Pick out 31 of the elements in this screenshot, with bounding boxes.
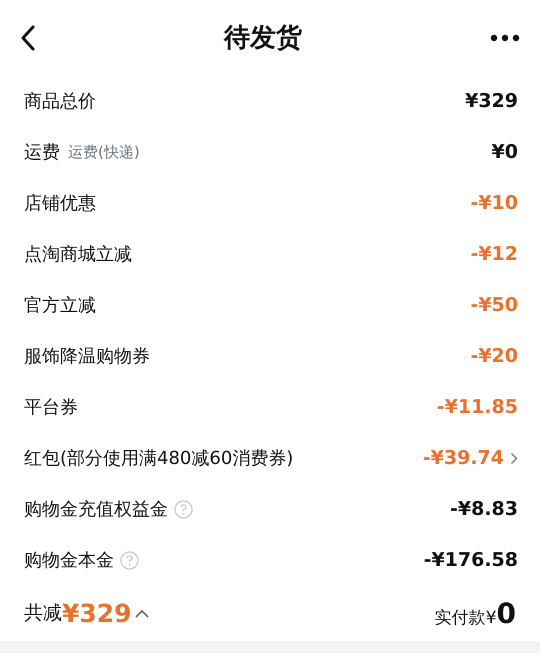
- row-label: 运费: [24, 141, 60, 165]
- row-label: 官方立减: [24, 294, 96, 318]
- row-amount: -¥39.74: [422, 446, 504, 472]
- row-amount: -¥12: [470, 242, 518, 268]
- row-amount: ¥329: [465, 89, 518, 114]
- row-amount: -¥11.85: [436, 395, 518, 420]
- row-amount: -¥10: [470, 191, 518, 216]
- caret-icon[interactable]: [134, 609, 149, 618]
- chevron-icon[interactable]: [510, 452, 518, 465]
- paid-label: 实付款: [434, 606, 486, 630]
- row-amount: -¥8.83: [450, 497, 518, 522]
- back-icon[interactable]: [20, 25, 36, 51]
- row-amount: ¥0: [492, 140, 518, 166]
- row-label: 服饰降温购物券: [24, 345, 150, 369]
- row-note: 运费(快递): [68, 142, 140, 164]
- row-label: 红包(部分使用满480减60消费券): [24, 447, 294, 471]
- row-label: 点淘商城立减: [24, 243, 132, 267]
- row-label: 商品总价: [24, 90, 96, 114]
- reduction-amount: ¥329: [62, 598, 132, 630]
- row-label: 购物金充值权益金: [24, 498, 168, 522]
- page-title: 待发货: [224, 22, 302, 54]
- row-amount: -¥176.58: [424, 548, 518, 574]
- more-icon[interactable]: [490, 34, 520, 42]
- row-amount: -¥20: [470, 344, 518, 370]
- reduction-label: 共减: [24, 601, 62, 626]
- row-label: 购物金本金: [24, 549, 114, 573]
- paid-currency: ¥: [486, 606, 497, 630]
- row-amount: -¥50: [470, 293, 518, 318]
- row-label: 店铺优惠: [24, 192, 96, 216]
- paid-amount: 0: [496, 596, 516, 632]
- row-label: 平台券: [24, 396, 78, 420]
